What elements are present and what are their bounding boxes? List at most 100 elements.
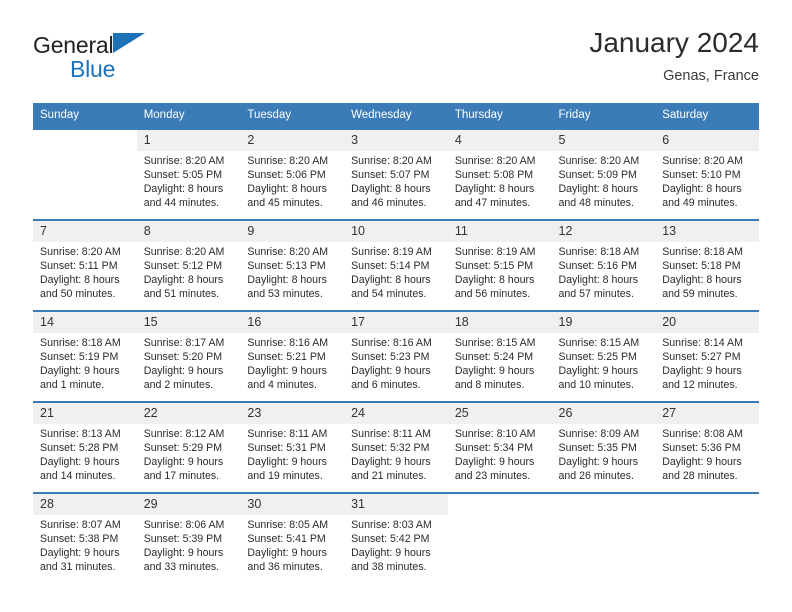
- calendar-day-cell[interactable]: 14 Sunrise: 8:18 AM Sunset: 5:19 PM Dayligh…: [33, 310, 137, 402]
- calendar-cell-empty: [551, 492, 656, 583]
- sunrise-text: Sunrise: 8:12 AM: [143, 428, 225, 440]
- day-number: 17: [344, 312, 448, 333]
- daylight-text: Daylight: 8 hours and 45 minutes.: [247, 183, 327, 210]
- day-number: [551, 494, 656, 515]
- day-number: 11: [447, 221, 552, 242]
- weekday-header-wednesday: Wednesday: [344, 103, 448, 129]
- calendar-day-cell[interactable]: 26 Sunrise: 8:09 AM Sunset: 5:35 PM Dayligh…: [551, 401, 656, 493]
- daylight-text: Daylight: 8 hours and 59 minutes.: [662, 274, 742, 301]
- daylight-text: Daylight: 8 hours and 49 minutes.: [662, 183, 742, 210]
- sunrise-text: Sunrise: 8:20 AM: [351, 155, 432, 167]
- sunrise-text: Sunrise: 8:11 AM: [247, 428, 328, 440]
- day-details: Sunrise: 8:18 AM Sunset: 5:16 PM Daylight:…: [552, 242, 656, 301]
- daylight-text: Daylight: 9 hours and 36 minutes.: [247, 547, 327, 574]
- daylight-text: Daylight: 9 hours and 38 minutes.: [351, 547, 431, 574]
- sunset-text: Sunset: 5:16 PM: [558, 260, 637, 273]
- day-details: Sunrise: 8:03 AM Sunset: 5:42 PM Daylight:…: [344, 515, 448, 574]
- daylight-text: Daylight: 8 hours and 57 minutes.: [558, 274, 639, 301]
- day-number: 28: [33, 494, 137, 515]
- day-number: 22: [136, 403, 241, 424]
- calendar-day-cell[interactable]: 19 Sunrise: 8:15 AM Sunset: 5:25 PM Dayligh…: [551, 310, 656, 402]
- page-header: General Blue January 2024 Genas, France: [33, 26, 759, 98]
- weekday-header-saturday: Saturday: [655, 103, 759, 129]
- day-number: 10: [344, 221, 448, 242]
- daylight-text: Daylight: 9 hours and 26 minutes.: [558, 456, 639, 483]
- page-subtitle-location: Genas, France: [663, 68, 759, 84]
- calendar-day-cell[interactable]: 24 Sunrise: 8:11 AM Sunset: 5:32 PM Dayligh…: [344, 401, 448, 493]
- calendar-day-cell[interactable]: 5 Sunrise: 8:20 AM Sunset: 5:09 PM Daylight…: [551, 128, 656, 220]
- day-number: [655, 494, 759, 515]
- day-number: 19: [551, 312, 656, 333]
- calendar-day-cell[interactable]: 18 Sunrise: 8:15 AM Sunset: 5:24 PM Dayligh…: [447, 310, 552, 402]
- day-details: Sunrise: 8:19 AM Sunset: 5:15 PM Daylight:…: [448, 242, 552, 301]
- calendar-day-cell[interactable]: 22 Sunrise: 8:12 AM Sunset: 5:29 PM Dayligh…: [136, 401, 241, 493]
- sunset-text: Sunset: 5:19 PM: [40, 351, 119, 364]
- day-number: 27: [655, 403, 759, 424]
- sunset-text: Sunset: 5:12 PM: [143, 260, 223, 273]
- day-details: Sunrise: 8:20 AM Sunset: 5:10 PM Daylight:…: [655, 151, 759, 210]
- calendar-day-cell[interactable]: 7 Sunrise: 8:20 AM Sunset: 5:11 PM Daylight…: [33, 219, 137, 311]
- calendar-week-row: 21 Sunrise: 8:13 AM Sunset: 5:28 PM Dayligh…: [33, 401, 759, 493]
- calendar-day-cell[interactable]: 31 Sunrise: 8:03 AM Sunset: 5:42 PM Dayligh…: [344, 492, 448, 583]
- sunset-text: Sunset: 5:08 PM: [454, 169, 534, 182]
- day-details: Sunrise: 8:11 AM Sunset: 5:32 PM Daylight:…: [344, 424, 448, 483]
- sunset-text: Sunset: 5:23 PM: [351, 351, 430, 364]
- day-number: 4: [447, 130, 552, 151]
- day-number: 3: [344, 130, 448, 151]
- day-details: Sunrise: 8:18 AM Sunset: 5:18 PM Daylight:…: [655, 242, 759, 301]
- calendar-day-cell[interactable]: 17 Sunrise: 8:16 AM Sunset: 5:23 PM Dayligh…: [344, 310, 448, 402]
- day-number: 8: [136, 221, 241, 242]
- day-details: Sunrise: 8:16 AM Sunset: 5:23 PM Daylight:…: [344, 333, 448, 392]
- calendar-cell-empty: [447, 492, 552, 583]
- page-title: January 2024: [589, 27, 759, 58]
- calendar-day-cell[interactable]: 8 Sunrise: 8:20 AM Sunset: 5:12 PM Daylight…: [136, 219, 241, 311]
- calendar-day-cell[interactable]: 15 Sunrise: 8:17 AM Sunset: 5:20 PM Dayligh…: [136, 310, 241, 402]
- calendar-day-cell[interactable]: 10 Sunrise: 8:19 AM Sunset: 5:14 PM Dayligh…: [344, 219, 448, 311]
- day-details: Sunrise: 8:12 AM Sunset: 5:29 PM Daylight:…: [137, 424, 241, 483]
- calendar-day-cell[interactable]: 13 Sunrise: 8:18 AM Sunset: 5:18 PM Dayligh…: [655, 219, 759, 311]
- calendar-day-cell[interactable]: 1 Sunrise: 8:20 AM Sunset: 5:05 PM Daylight…: [136, 128, 241, 220]
- calendar-day-cell[interactable]: 21 Sunrise: 8:13 AM Sunset: 5:28 PM Dayligh…: [33, 401, 137, 493]
- calendar-day-cell[interactable]: 28 Sunrise: 8:07 AM Sunset: 5:38 PM Dayligh…: [33, 492, 137, 583]
- calendar-day-cell[interactable]: 30 Sunrise: 8:05 AM Sunset: 5:41 PM Dayligh…: [240, 492, 345, 583]
- sunset-text: Sunset: 5:18 PM: [662, 260, 741, 273]
- calendar-day-cell[interactable]: 20 Sunrise: 8:14 AM Sunset: 5:27 PM Dayligh…: [655, 310, 759, 402]
- calendar-week-row: 1 Sunrise: 8:20 AM Sunset: 5:05 PM Daylight…: [33, 128, 759, 220]
- calendar-day-cell[interactable]: 9 Sunrise: 8:20 AM Sunset: 5:13 PM Daylight…: [240, 219, 345, 311]
- calendar-day-cell[interactable]: 2 Sunrise: 8:20 AM Sunset: 5:06 PM Daylight…: [240, 128, 345, 220]
- calendar-day-cell[interactable]: 16 Sunrise: 8:16 AM Sunset: 5:21 PM Dayligh…: [240, 310, 345, 402]
- calendar-day-cell[interactable]: 29 Sunrise: 8:06 AM Sunset: 5:39 PM Dayligh…: [136, 492, 241, 583]
- calendar-week-row: 14 Sunrise: 8:18 AM Sunset: 5:19 PM Dayligh…: [33, 310, 759, 402]
- sunset-text: Sunset: 5:38 PM: [40, 533, 119, 546]
- daylight-text: Daylight: 9 hours and 1 minute.: [40, 365, 120, 392]
- sunset-text: Sunset: 5:25 PM: [558, 351, 637, 364]
- sunset-text: Sunset: 5:15 PM: [454, 260, 534, 273]
- daylight-text: Daylight: 9 hours and 21 minutes.: [351, 456, 431, 483]
- day-details: Sunrise: 8:20 AM Sunset: 5:05 PM Daylight:…: [137, 151, 241, 210]
- calendar-day-cell[interactable]: 11 Sunrise: 8:19 AM Sunset: 5:15 PM Dayligh…: [447, 219, 552, 311]
- calendar-day-cell[interactable]: 27 Sunrise: 8:08 AM Sunset: 5:36 PM Dayligh…: [655, 401, 759, 493]
- calendar-day-cell[interactable]: 6 Sunrise: 8:20 AM Sunset: 5:10 PM Daylight…: [655, 128, 759, 220]
- calendar-day-cell[interactable]: 4 Sunrise: 8:20 AM Sunset: 5:08 PM Daylight…: [447, 128, 552, 220]
- day-number: 1: [136, 130, 241, 151]
- daylight-text: Daylight: 8 hours and 56 minutes.: [454, 274, 535, 301]
- sunset-text: Sunset: 5:11 PM: [40, 260, 118, 273]
- calendar-day-cell[interactable]: 25 Sunrise: 8:10 AM Sunset: 5:34 PM Dayligh…: [447, 401, 552, 493]
- calendar-day-cell[interactable]: 3 Sunrise: 8:20 AM Sunset: 5:07 PM Daylight…: [344, 128, 448, 220]
- day-number: 5: [551, 130, 656, 151]
- calendar-day-cell[interactable]: 23 Sunrise: 8:11 AM Sunset: 5:31 PM Dayligh…: [240, 401, 345, 493]
- title-block: January 2024 Genas, France: [589, 26, 759, 86]
- day-number: 7: [33, 221, 137, 242]
- calendar-day-cell[interactable]: 12 Sunrise: 8:18 AM Sunset: 5:16 PM Dayligh…: [551, 219, 656, 311]
- day-number: [447, 494, 552, 515]
- daylight-text: Daylight: 8 hours and 53 minutes.: [247, 274, 327, 301]
- day-number: 29: [136, 494, 241, 515]
- sunrise-text: Sunrise: 8:08 AM: [662, 428, 743, 440]
- daylight-text: Daylight: 9 hours and 19 minutes.: [247, 456, 327, 483]
- sunset-text: Sunset: 5:21 PM: [247, 351, 326, 364]
- day-details: Sunrise: 8:18 AM Sunset: 5:19 PM Daylight:…: [33, 333, 137, 392]
- sunrise-text: Sunrise: 8:06 AM: [143, 519, 225, 531]
- brand-logo[interactable]: General Blue: [33, 32, 263, 90]
- sunset-text: Sunset: 5:34 PM: [454, 442, 534, 455]
- day-number: 13: [655, 221, 759, 242]
